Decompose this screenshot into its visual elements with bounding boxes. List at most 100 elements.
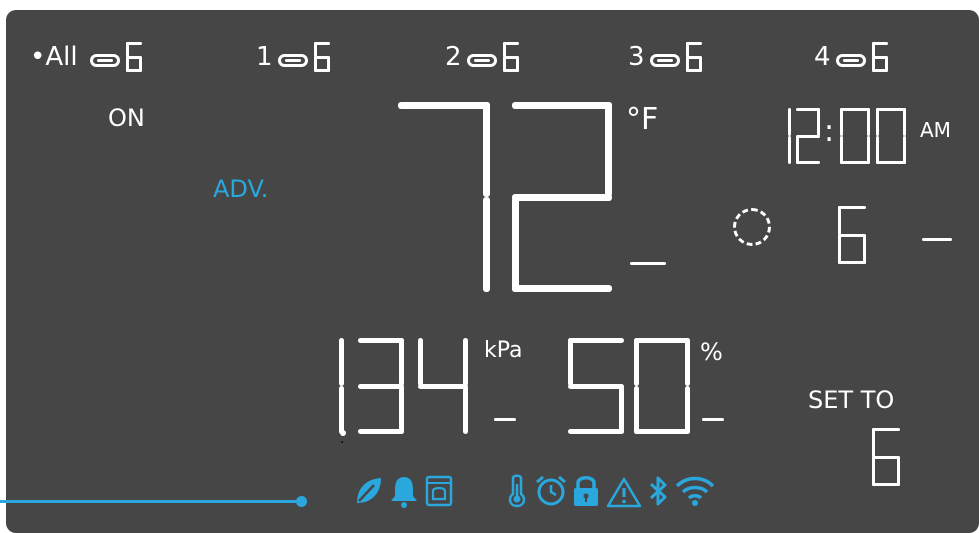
segment-g xyxy=(358,383,404,389)
segment-f xyxy=(568,338,573,386)
segment-a xyxy=(358,338,404,343)
segment-a xyxy=(838,206,866,209)
segment-c xyxy=(483,197,490,292)
vpd-digit xyxy=(332,338,344,434)
segment-f xyxy=(634,338,639,386)
segment-a xyxy=(876,108,906,111)
segment-f xyxy=(418,338,423,386)
plug-icon xyxy=(650,54,680,67)
segment-d xyxy=(358,429,404,434)
timer-digit xyxy=(838,206,866,264)
outlet-label: 1 xyxy=(256,42,273,72)
segment-c xyxy=(788,136,791,164)
outlet-label: 2 xyxy=(445,42,462,72)
segment-d xyxy=(838,261,866,264)
segment-e xyxy=(686,57,689,72)
segment-d xyxy=(840,161,870,164)
segment-f xyxy=(838,206,841,235)
plug-icon xyxy=(278,54,308,67)
segment-e xyxy=(634,386,639,434)
alarm-clock-icon xyxy=(536,475,566,506)
humidity-digit xyxy=(634,338,690,434)
segment-c xyxy=(619,386,624,434)
segment-c xyxy=(897,457,900,486)
segment-c xyxy=(399,386,404,434)
outlet-digit xyxy=(686,42,702,72)
segment-b xyxy=(605,102,612,197)
set-to-digit xyxy=(872,428,900,486)
lock-icon xyxy=(574,476,598,506)
segment-b xyxy=(399,338,404,386)
humidity-unit: % xyxy=(700,338,723,366)
humidity-digit xyxy=(568,338,624,434)
segment-b xyxy=(339,338,344,386)
timer-dash xyxy=(922,238,952,241)
set-to-label: SET TO xyxy=(808,386,895,414)
temperature-digit-tens xyxy=(398,102,490,292)
outlet-digit xyxy=(126,42,142,72)
segment-e xyxy=(796,136,799,164)
segment-g xyxy=(503,55,519,59)
plug-icon xyxy=(90,54,120,67)
segment-f xyxy=(503,42,506,57)
segment-e xyxy=(872,57,875,72)
thermometer-icon xyxy=(508,474,526,508)
timer-icon xyxy=(733,208,771,246)
outlet-row: •All 1 2 3 4 xyxy=(0,0,979,80)
device-icon xyxy=(425,475,453,507)
segment-a xyxy=(634,338,690,343)
clock-digit xyxy=(796,108,820,164)
vpd-decimal-point: . xyxy=(340,430,346,447)
clock-digit xyxy=(876,108,906,164)
controller-display xyxy=(6,10,979,533)
vpd-minus-segment xyxy=(494,418,516,421)
bell-icon xyxy=(391,477,417,508)
segment-b xyxy=(685,338,690,386)
segment-b xyxy=(463,338,468,386)
segment-f xyxy=(314,42,317,57)
segment-c xyxy=(463,386,468,434)
vpd-digit xyxy=(358,338,404,434)
segment-f xyxy=(872,428,875,457)
vpd-digit xyxy=(418,338,468,434)
segment-g xyxy=(314,55,330,59)
segment-a xyxy=(398,102,490,109)
segment-e xyxy=(512,197,519,292)
segment-a xyxy=(512,102,612,109)
segment-d xyxy=(634,429,690,434)
segment-e xyxy=(876,136,879,164)
outlet-digit xyxy=(503,42,519,72)
clock-colon: : xyxy=(824,114,835,149)
segment-c xyxy=(903,136,906,164)
segment-b xyxy=(903,108,906,136)
segment-a xyxy=(568,338,624,343)
segment-e xyxy=(314,57,317,72)
segment-g xyxy=(686,55,702,59)
segment-g xyxy=(872,55,888,59)
callout-line xyxy=(0,500,302,503)
segment-g xyxy=(838,233,866,237)
temperature-minus-segment xyxy=(630,262,666,265)
segment-g xyxy=(872,455,900,459)
segment-g xyxy=(126,55,142,59)
plug-icon xyxy=(836,54,866,67)
warning-icon xyxy=(606,477,642,508)
segment-e xyxy=(126,57,129,72)
segment-g xyxy=(568,383,624,389)
vpd-unit: kPa xyxy=(484,338,523,363)
adv-mode-label: ADV. xyxy=(213,175,269,203)
segment-f xyxy=(686,42,689,57)
segment-a xyxy=(840,108,870,111)
outlet-label: 4 xyxy=(814,42,831,72)
segment-b xyxy=(817,108,820,136)
on-indicator: ON xyxy=(108,104,145,132)
segment-g xyxy=(512,193,612,201)
segment-b xyxy=(483,102,490,197)
segment-g xyxy=(418,383,468,389)
segment-g xyxy=(796,134,820,138)
segment-e xyxy=(838,235,841,264)
clock-digit xyxy=(840,108,870,164)
clock-period: AM xyxy=(920,118,951,142)
segment-c xyxy=(339,386,344,434)
segment-f xyxy=(126,42,129,57)
